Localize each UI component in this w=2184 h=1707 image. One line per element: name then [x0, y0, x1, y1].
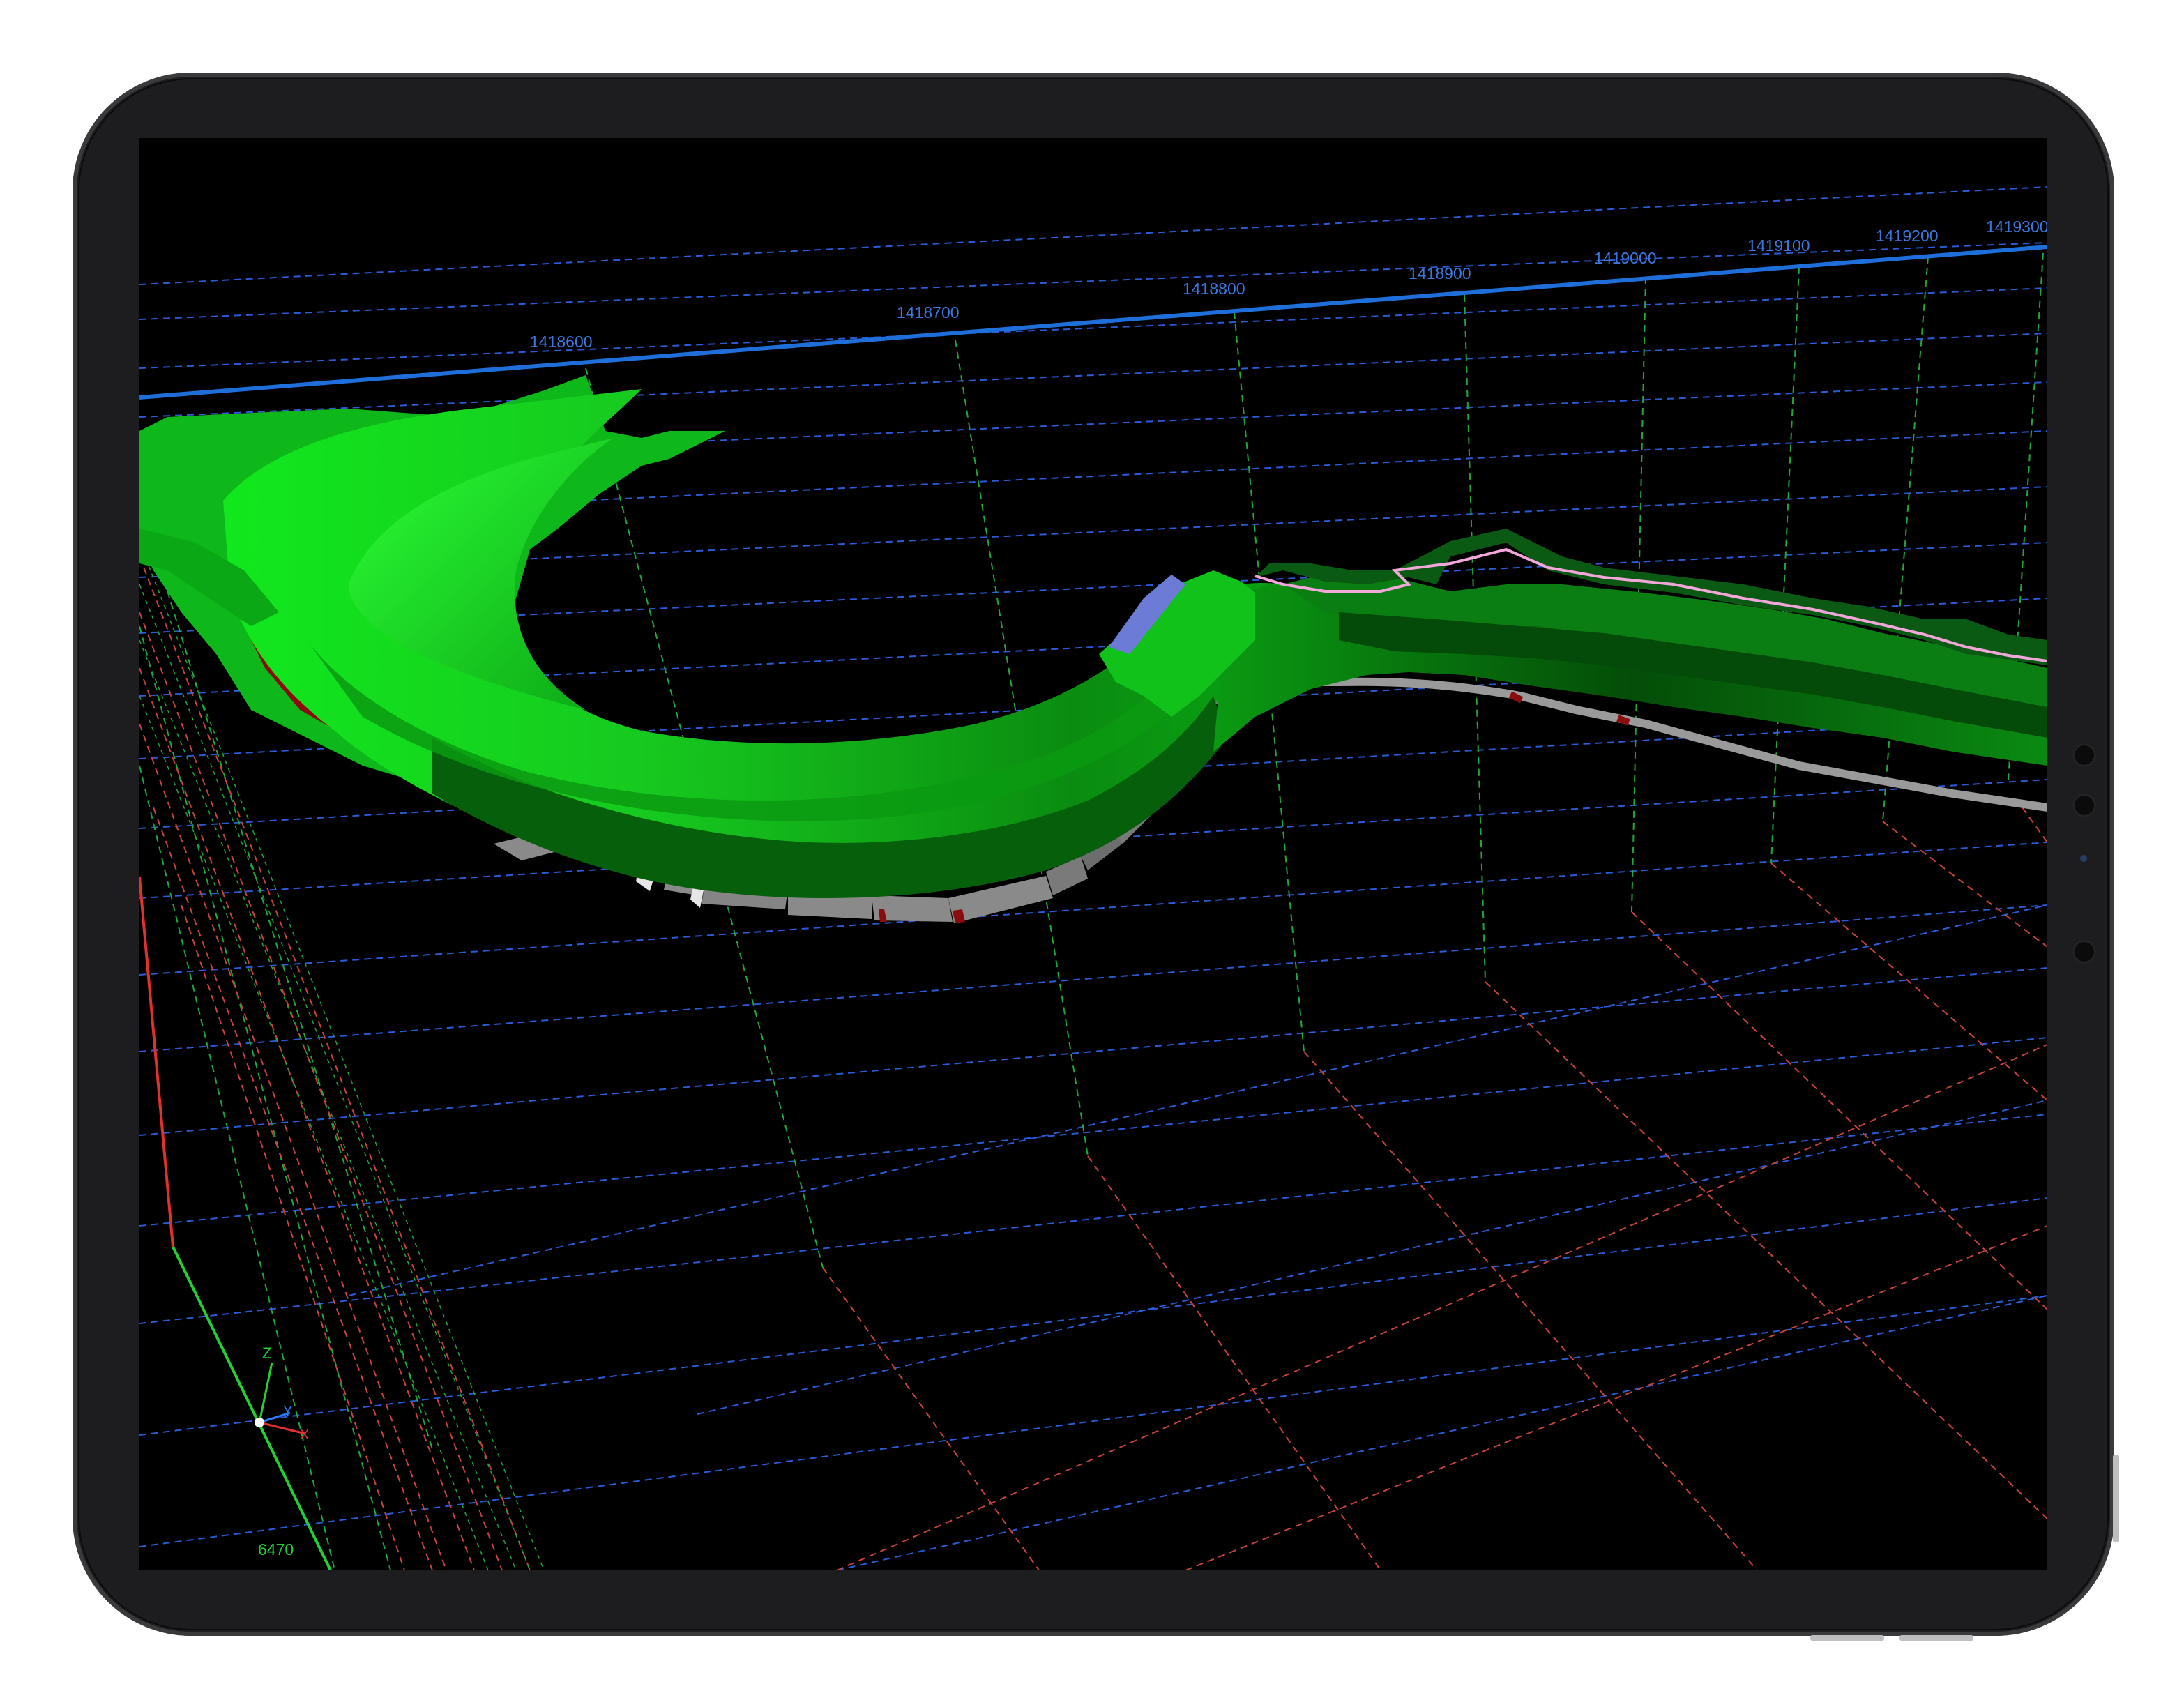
triad-z-label: Z	[262, 1344, 271, 1362]
station-label-1419100: 1419100	[1747, 236, 1810, 255]
camera-flash-dot	[2080, 855, 2087, 862]
station-label-1419000: 1419000	[1594, 249, 1657, 267]
station-label-1419200: 1419200	[1876, 227, 1939, 245]
side-button	[2113, 1455, 2119, 1542]
camera-sensor-3	[2072, 940, 2096, 964]
grid-blue-lines	[139, 186, 2047, 1570]
triad-y-label: Y	[283, 1404, 292, 1419]
3d-viewport[interactable]: 1418600 1418700 1418800 1418900 1419000 …	[139, 138, 2047, 1570]
scene-svg[interactable]: 1418600 1418700 1418800 1418900 1419000 …	[139, 138, 2047, 1570]
volume-button-1	[1810, 1635, 1884, 1641]
station-label-1419300: 1419300	[1986, 218, 2047, 236]
camera-sensor-1	[2072, 743, 2096, 767]
station-labels: 1418600 1418700 1418800 1418900 1419000 …	[530, 218, 2047, 351]
elevation-label: 6470	[258, 1540, 294, 1558]
station-label-1418800: 1418800	[1183, 280, 1245, 298]
camera-sensor-2	[2072, 794, 2096, 817]
elevation-axis	[139, 877, 332, 1570]
station-label-1418700: 1418700	[897, 303, 960, 321]
volume-button-2	[1899, 1635, 1973, 1641]
terrain-surface-green	[139, 375, 2047, 898]
station-label-1418600: 1418600	[530, 333, 593, 351]
station-label-1418900: 1418900	[1409, 264, 1471, 282]
triad-x-label: X	[300, 1427, 309, 1443]
